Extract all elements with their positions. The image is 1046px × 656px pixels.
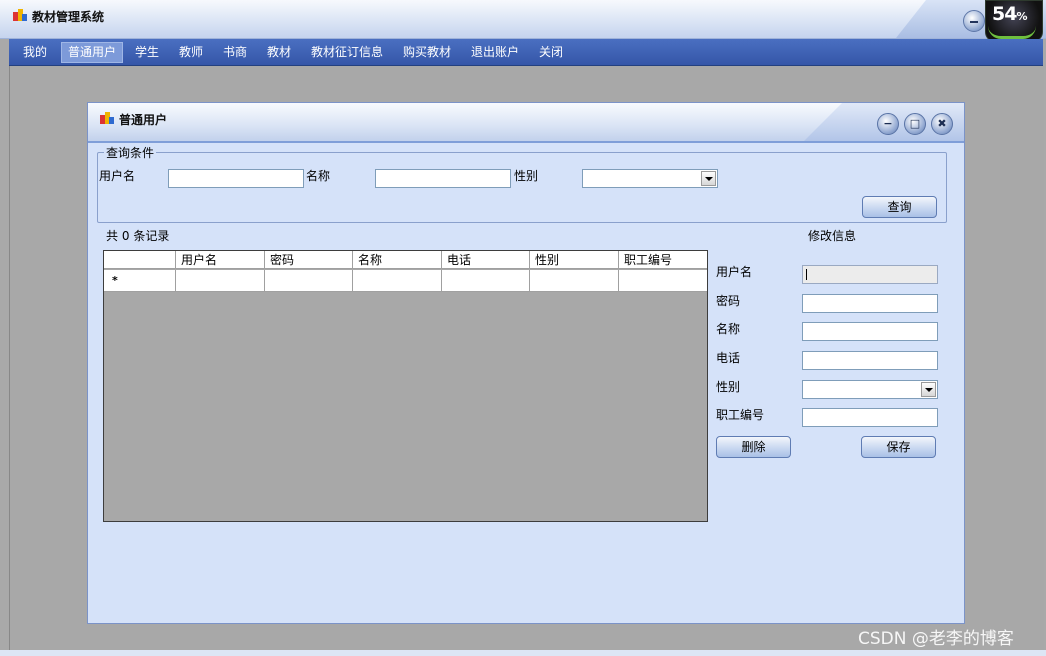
chevron-down-icon[interactable]: [921, 382, 936, 397]
column-header-username[interactable]: 用户名: [176, 251, 265, 269]
column-header-phone[interactable]: 电话: [442, 251, 530, 269]
edit-name-label: 名称: [716, 322, 741, 336]
column-header-name[interactable]: 名称: [353, 251, 442, 269]
cell-name[interactable]: [353, 270, 442, 292]
edit-username-label: 用户名: [716, 265, 753, 279]
menu-item-buy-textbooks[interactable]: 购买教材: [397, 43, 457, 62]
query-name-input[interactable]: [375, 169, 511, 188]
edit-phone-label: 电话: [716, 351, 741, 365]
menu-item-logout[interactable]: 退出账户: [465, 43, 525, 62]
app-title: 教材管理系统: [32, 10, 105, 24]
search-button[interactable]: 查询: [862, 196, 937, 218]
query-username-label: 用户名: [99, 169, 136, 183]
record-count-suffix: 条记录: [133, 229, 170, 243]
minimize-icon[interactable]: [963, 10, 985, 32]
query-gender-label: 性别: [514, 169, 539, 183]
gauge-unit: %: [1016, 10, 1027, 23]
edit-staff-id-input[interactable]: [802, 408, 938, 427]
edit-password-label: 密码: [716, 294, 741, 308]
normal-user-window: 普通用户 − □ ✖ 查询条件 用户名 名称 性别 查询 共 0 条记录 用户名…: [87, 102, 965, 624]
edit-staff-id-label: 职工编号: [716, 408, 765, 422]
main-title-bar: 教材管理系统 54%: [0, 0, 1046, 42]
menu-item-normal-users[interactable]: 普通用户: [61, 42, 124, 63]
minimize-icon[interactable]: −: [877, 113, 899, 135]
column-header-staff-id[interactable]: 职工编号: [619, 251, 707, 269]
edit-phone-input[interactable]: [802, 351, 938, 370]
edit-panel-title: 修改信息: [808, 229, 857, 243]
record-count-value: 0: [121, 229, 130, 243]
save-button[interactable]: 保存: [861, 436, 936, 458]
query-gender-select[interactable]: [582, 169, 718, 188]
cell-staff-id[interactable]: [619, 270, 707, 292]
query-username-input[interactable]: [168, 169, 304, 188]
query-groupbox: 查询条件 用户名 名称 性别 查询: [97, 144, 947, 223]
edit-gender-label: 性别: [716, 380, 741, 394]
window-icon: [100, 112, 114, 124]
delete-button[interactable]: 删除: [716, 436, 791, 458]
menu-item-textbooks[interactable]: 教材: [261, 43, 297, 62]
gauge-readout: 54%: [992, 3, 1027, 25]
query-name-label: 名称: [306, 169, 331, 183]
column-header-password[interactable]: 密码: [265, 251, 353, 269]
new-row-marker: *: [112, 274, 118, 287]
query-legend: 查询条件: [104, 144, 157, 161]
menu-item-mine[interactable]: 我的: [17, 43, 53, 62]
text-cursor: [806, 269, 807, 280]
gauge-arc: [988, 26, 1036, 39]
watermark: CSDN @老李的博客: [858, 629, 1014, 649]
cell-gender[interactable]: [530, 270, 619, 292]
grid-header-row: 用户名 密码 名称 电话 性别 职工编号: [104, 251, 707, 270]
edit-name-input[interactable]: [802, 322, 938, 341]
table-row[interactable]: *: [104, 270, 707, 293]
menu-item-students[interactable]: 学生: [129, 43, 165, 62]
gauge-value: 54: [992, 3, 1017, 25]
app-icon: [13, 9, 27, 21]
bottom-strip: [0, 650, 1046, 656]
users-data-grid[interactable]: 用户名 密码 名称 电话 性别 职工编号 *: [103, 250, 708, 522]
row-header[interactable]: *: [104, 270, 176, 292]
menu-bar: 我的 普通用户 学生 教师 书商 教材 教材征订信息 购买教材 退出账户 关闭: [9, 39, 1043, 66]
maximize-icon[interactable]: □: [904, 113, 926, 135]
menu-item-close[interactable]: 关闭: [533, 43, 569, 62]
menu-item-teachers[interactable]: 教师: [173, 43, 209, 62]
column-header-gender[interactable]: 性别: [530, 251, 619, 269]
menu-item-subscriptions[interactable]: 教材征订信息: [305, 43, 389, 62]
close-icon[interactable]: ✖: [931, 113, 953, 135]
child-window-title: 普通用户: [119, 113, 168, 127]
edit-password-input[interactable]: [802, 294, 938, 313]
cell-phone[interactable]: [442, 270, 530, 292]
cell-username[interactable]: [176, 270, 265, 292]
row-header-corner[interactable]: [104, 251, 176, 269]
child-title-bar[interactable]: 普通用户 − □ ✖: [88, 103, 964, 143]
record-count: 共 0 条记录: [106, 227, 169, 244]
edit-username-input[interactable]: [802, 265, 938, 284]
record-count-prefix: 共: [106, 229, 119, 243]
chevron-down-icon[interactable]: [701, 171, 716, 186]
menu-item-booksellers[interactable]: 书商: [217, 43, 253, 62]
edit-gender-select[interactable]: [802, 380, 938, 399]
cell-password[interactable]: [265, 270, 353, 292]
gauge-widget: 54%: [985, 0, 1043, 42]
